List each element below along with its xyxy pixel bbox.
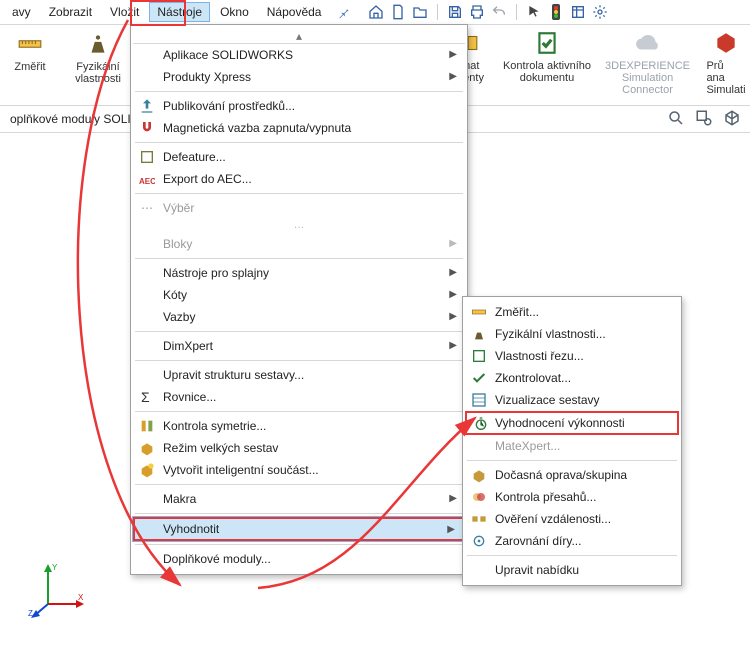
menu-asset-publish[interactable]: Publikování prostředků... [133,95,465,117]
menu-select: ⋯Výběr [133,197,465,219]
svg-text:AEC: AEC [139,177,155,186]
ribbon-sim-label: Prů ana Simulati [706,60,745,96]
ribbon-3dexp-label: 3DEXPERIENCE Simulation Connector [605,60,690,96]
menu-xpress-products[interactable]: Produkty Xpress▶ [133,66,465,88]
symmetry-icon [138,417,156,435]
svg-text:X: X [78,593,84,602]
tools-menu: ▴ Aplikace SOLIDWORKS▶ Produkty Xpress▶ … [130,24,468,575]
defeature-icon [138,148,156,166]
publish-icon [138,97,156,115]
sigma-icon: Σ [138,388,156,406]
stopwatch-icon [472,415,490,433]
submenu-check[interactable]: Zkontrolovat... [465,367,679,389]
menu-item-window[interactable]: Okno [212,2,257,22]
section-icon [470,347,488,365]
menu-large-assembly-mode[interactable]: Režim velkých sestav [133,437,465,459]
cloud-icon [633,28,663,58]
home-icon[interactable] [367,3,385,21]
menu-relations[interactable]: Vazby▶ [133,306,465,328]
zoom-area-icon[interactable] [694,108,714,128]
ribbon-3dexp: 3DEXPERIENCE Simulation Connector [605,28,690,96]
smart-comp-icon [138,461,156,479]
menubar: avy Zobrazit Vložit Nástroje Okno Nápově… [0,0,750,25]
menu-export-aec[interactable]: AECExport do AEC... [133,168,465,190]
ribbon-measure[interactable]: Změřit [2,29,58,73]
hole-align-icon [470,532,488,550]
zoom-fit-icon[interactable] [666,108,686,128]
fix-icon [470,466,488,484]
menu-edit-assembly-structure[interactable]: Upravit strukturu sestavy... [133,364,465,386]
menu-macros[interactable]: Makra▶ [133,488,465,510]
menu-spline-tools[interactable]: Nástroje pro splajny▶ [133,262,465,284]
traffic-light-icon[interactable] [547,3,565,21]
toolbar-quick [367,3,609,21]
magnet-icon [138,119,156,137]
menu-defeature[interactable]: Defeature... [133,146,465,168]
submenu-section-props[interactable]: Vlastnosti řezu... [465,345,679,367]
pin-icon[interactable] [335,3,353,21]
submenu-mass-props[interactable]: Fyzikální vlastnosti... [465,323,679,345]
ribbon-right: ovnat umenty Kontrola aktivního dokument… [443,28,748,96]
submenu-performance-eval[interactable]: Vyhodnocení výkonnosti [465,411,679,435]
menu-evaluate[interactable]: Vyhodnotit▶ [133,517,465,541]
menu-blocks: Bloky▶ [133,233,465,255]
menu-equations[interactable]: ΣRovnice... [133,386,465,408]
form-icon[interactable] [569,3,587,21]
mass-icon [470,325,488,343]
ribbon-mass-label: Fyzikální vlastnosti [75,61,121,85]
ribbon-check-doc[interactable]: Kontrola aktivního dokumentu [503,28,591,96]
menu-item-insert[interactable]: Vložit [102,2,147,22]
select-icon: ⋯ [138,199,156,217]
ribbon-measure-label: Změřit [14,61,45,73]
coordinate-triad: Y X Z [28,560,88,620]
check-icon [470,369,488,387]
view-orient-icon[interactable] [722,108,742,128]
submenu-temp-fix-group[interactable]: Dočasná oprava/skupina [465,464,679,486]
svg-text:Σ: Σ [141,389,150,405]
menu-smart-component[interactable]: Vytvořit inteligentní součást... [133,459,465,481]
save-icon[interactable] [446,3,464,21]
open-doc-icon[interactable] [411,3,429,21]
undo-icon[interactable] [490,3,508,21]
menu-solidworks-apps[interactable]: Aplikace SOLIDWORKS▶ [133,44,465,66]
view-icon-bar [666,108,742,128]
asm-vis-icon [470,391,488,409]
print-icon[interactable] [468,3,486,21]
sim-icon [711,28,741,58]
ruler-icon [470,303,488,321]
submenu-matexpert: MateXpert... [465,435,679,457]
interference-icon [470,488,488,506]
ribbon-sim[interactable]: Prů ana Simulati [704,28,748,96]
svg-text:Z: Z [28,609,33,618]
large-asm-icon [138,439,156,457]
menu-scroll-up[interactable]: ▴ [133,29,465,44]
menu-addins[interactable]: Doplňkové moduly... [133,548,465,570]
menu-magnetic-mate[interactable]: Magnetická vazba zapnuta/vypnuta [133,117,465,139]
ribbon-mass-props[interactable]: Fyzikální vlastnosti [70,29,126,85]
menu-item-help[interactable]: Nápověda [259,2,330,22]
submenu-customize[interactable]: Upravit nabídku [465,559,679,581]
gear-icon[interactable] [591,3,609,21]
menu-item-edit[interactable]: avy [4,2,39,22]
new-doc-icon[interactable] [389,3,407,21]
svg-text:Y: Y [52,563,58,572]
submenu-assembly-vis[interactable]: Vizualizace sestavy [465,389,679,411]
cursor-icon[interactable] [525,3,543,21]
menu-symmetry-check[interactable]: Kontrola symetrie... [133,415,465,437]
submenu-interference-check[interactable]: Kontrola přesahů... [465,486,679,508]
menu-item-view[interactable]: Zobrazit [41,2,100,22]
menu-dimxpert[interactable]: DimXpert▶ [133,335,465,357]
aec-icon: AEC [138,170,156,188]
mass-icon [83,29,113,59]
submenu-hole-align[interactable]: Zarovnání díry... [465,530,679,552]
check-doc-icon [532,28,562,58]
ruler-icon [15,29,45,59]
submenu-clearance-verify[interactable]: Ověření vzdálenosti... [465,508,679,530]
ribbon-check-doc-label: Kontrola aktivního dokumentu [503,60,591,84]
submenu-measure[interactable]: Změřit... [465,301,679,323]
clearance-icon [470,510,488,528]
menu-item-tools[interactable]: Nástroje [149,2,210,22]
evaluate-submenu: Změřit... Fyzikální vlastnosti... Vlastn… [462,296,682,586]
menu-dimensions[interactable]: Kóty▶ [133,284,465,306]
